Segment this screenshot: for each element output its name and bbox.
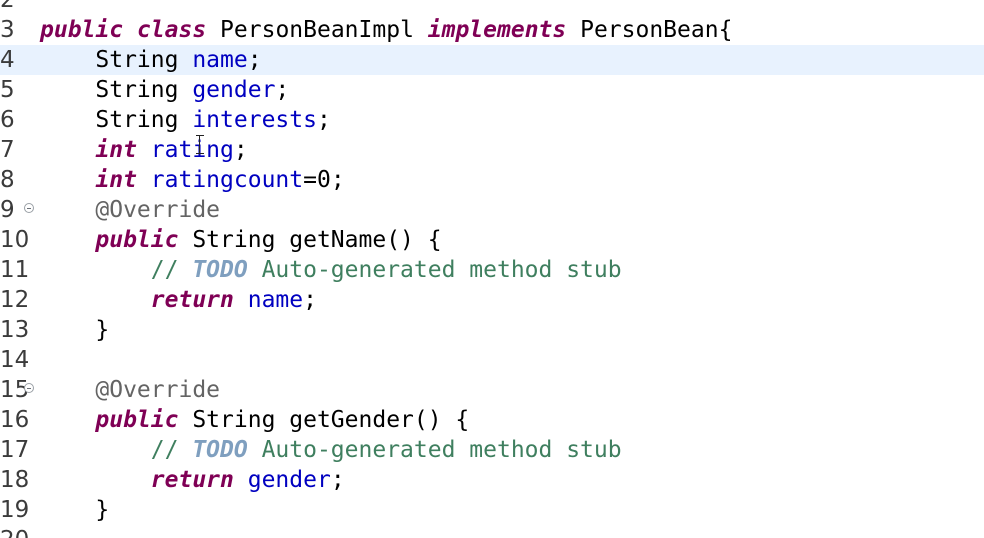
code-line[interactable]: 10 public String getName() { xyxy=(0,225,984,255)
line-code[interactable]: return gender; xyxy=(40,465,345,495)
code-editor[interactable]: 2 3 public class PersonBeanImpl implemen… xyxy=(0,0,984,538)
code-line[interactable]: 13 } xyxy=(0,315,984,345)
code-line[interactable]: 20 xyxy=(0,525,984,538)
line-code[interactable]: int rating; xyxy=(40,135,247,165)
line-code[interactable]: // TODO Auto-generated method stub xyxy=(40,435,622,465)
code-line[interactable]: 8 int ratingcount=0; xyxy=(0,165,984,195)
current-code-line[interactable]: 4 String name; xyxy=(0,45,984,75)
line-code[interactable]: } xyxy=(40,315,109,345)
line-number: 9 xyxy=(0,197,15,223)
line-code[interactable]: String gender; xyxy=(40,75,289,105)
line-code[interactable]: @Override xyxy=(40,195,220,225)
code-line[interactable]: 19 } xyxy=(0,495,984,525)
code-line[interactable]: 17 // TODO Auto-generated method stub xyxy=(0,435,984,465)
line-number: 2 xyxy=(0,0,15,13)
fold-collapse-icon[interactable] xyxy=(24,383,34,393)
code-line[interactable]: 6 String interests; xyxy=(0,105,984,135)
line-number: 3 xyxy=(0,17,15,43)
line-number: 4 xyxy=(0,47,15,73)
code-line[interactable]: 11 // TODO Auto-generated method stub xyxy=(0,255,984,285)
code-line[interactable]: 14 xyxy=(0,345,984,375)
code-line[interactable]: 15 @Override xyxy=(0,375,984,405)
code-line[interactable]: 7 int rating; xyxy=(0,135,984,165)
line-number: 20 xyxy=(0,525,29,538)
line-number: 19 xyxy=(0,497,30,523)
line-number: 5 xyxy=(0,77,15,103)
line-number: 8 xyxy=(0,167,15,193)
line-number: 6 xyxy=(0,107,15,133)
line-code[interactable]: public String getGender() { xyxy=(40,405,469,435)
line-number: 13 xyxy=(0,317,30,343)
line-number: 17 xyxy=(0,437,30,463)
line-number: 14 xyxy=(0,347,30,373)
line-number: 12 xyxy=(0,287,30,313)
code-line[interactable]: 18 return gender; xyxy=(0,465,984,495)
code-line[interactable]: 5 String gender; xyxy=(0,75,984,105)
line-code[interactable]: public String getName() { xyxy=(40,225,441,255)
line-code[interactable]: // TODO Auto-generated method stub xyxy=(40,255,622,285)
line-number: 7 xyxy=(0,137,15,163)
code-line[interactable]: 9 @Override xyxy=(0,195,984,225)
line-code[interactable]: int ratingcount=0; xyxy=(40,165,344,195)
line-code[interactable]: } xyxy=(40,495,109,525)
line-number: 16 xyxy=(0,407,30,433)
line-code[interactable]: String name; xyxy=(40,45,261,75)
code-line[interactable]: 2 xyxy=(0,0,984,15)
code-line[interactable]: 16 public String getGender() { xyxy=(0,405,984,435)
line-code[interactable]: String interests; xyxy=(40,105,330,135)
line-number: 10 xyxy=(0,227,30,253)
line-code[interactable]: public class PersonBeanImpl implements P… xyxy=(40,15,732,45)
line-number: 18 xyxy=(0,467,30,493)
code-line[interactable]: 12 return name; xyxy=(0,285,984,315)
fold-collapse-icon[interactable] xyxy=(24,203,34,213)
line-code[interactable]: @Override xyxy=(40,375,220,405)
code-line[interactable]: 3 public class PersonBeanImpl implements… xyxy=(0,15,984,45)
line-code[interactable]: return name; xyxy=(40,285,317,315)
text-cursor-icon xyxy=(196,134,204,156)
line-number: 11 xyxy=(0,257,30,283)
